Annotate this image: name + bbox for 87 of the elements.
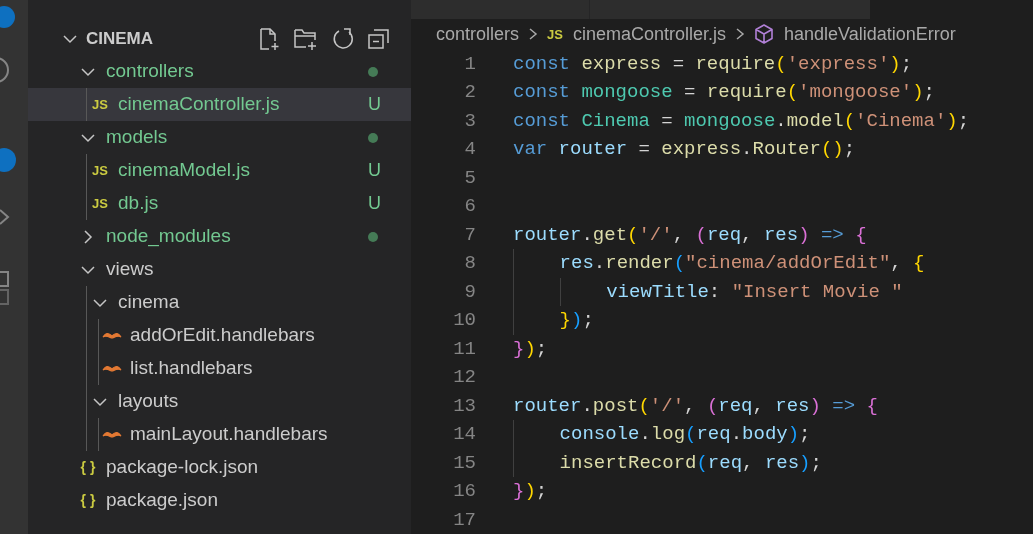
line-number: 16 bbox=[452, 479, 476, 504]
js-file-icon: JS bbox=[92, 94, 108, 115]
line-number: 13 bbox=[452, 393, 476, 419]
mustache-icon bbox=[102, 330, 122, 341]
code-line: viewTitle: "Insert Movie " bbox=[513, 277, 903, 306]
code-line: }); bbox=[513, 336, 548, 362]
collapse-all-icon bbox=[367, 26, 391, 51]
tree-item[interactable]: models bbox=[28, 121, 411, 154]
code-line: var router = express.Router(); bbox=[513, 137, 856, 162]
tree-item-label: addOrEdit.handlebars bbox=[130, 323, 316, 348]
tree-item[interactable]: { } package.json bbox=[28, 484, 411, 517]
tree-item[interactable]: views bbox=[28, 253, 411, 286]
line-number: 11 bbox=[452, 336, 476, 362]
line-number: 3 bbox=[463, 108, 476, 134]
git-status-label: U bbox=[368, 159, 381, 182]
tree-item[interactable]: addOrEdit.handlebars bbox=[28, 319, 411, 352]
breadcrumb-item[interactable]: controllers bbox=[436, 20, 520, 48]
tree-item-label: views bbox=[106, 257, 155, 282]
status-dot-icon bbox=[367, 131, 379, 144]
cube-icon bbox=[754, 23, 774, 46]
code-line: router.post('/', (req, res) => { bbox=[513, 393, 878, 419]
status-dot-icon bbox=[367, 230, 379, 243]
tree-item[interactable]: mainLayout.handlebars bbox=[28, 418, 411, 451]
line-number: 9 bbox=[463, 279, 476, 305]
mustache-icon bbox=[102, 363, 122, 374]
tree-item[interactable]: JS db.js U bbox=[28, 187, 411, 220]
tree-item-label: package-lock.json bbox=[106, 455, 260, 480]
refresh-icon bbox=[331, 26, 355, 51]
tree-item-label: list.handlebars bbox=[130, 356, 254, 381]
line-number: 12 bbox=[452, 365, 476, 390]
folder-title: CINEMA bbox=[86, 27, 154, 50]
tree-item-label: models bbox=[106, 125, 169, 150]
tree-item[interactable]: cinema bbox=[28, 286, 411, 319]
tree-item-label: mainLayout.handlebars bbox=[130, 422, 329, 447]
line-number: 10 bbox=[452, 308, 476, 333]
braces-icon: { } bbox=[80, 457, 96, 478]
tree-item-label: node_modules bbox=[106, 224, 232, 249]
tree-item[interactable]: list.handlebars bbox=[28, 352, 411, 385]
js-file-icon: JS bbox=[547, 24, 563, 45]
js-file-icon: JS bbox=[92, 160, 108, 181]
tree-item-label: layouts bbox=[118, 389, 180, 414]
git-status-label: U bbox=[368, 192, 381, 215]
tree-item-label: package.json bbox=[106, 488, 219, 513]
tree-item[interactable]: JS cinemaController.js U bbox=[28, 88, 411, 121]
tree-item-label: controllers bbox=[106, 59, 195, 84]
code-line: }); bbox=[513, 479, 548, 504]
breadcrumb-item[interactable]: cinemaController.js bbox=[572, 20, 726, 48]
line-number: 15 bbox=[452, 450, 476, 476]
code-line: const Cinema = mongoose.model('Cinema'); bbox=[513, 108, 970, 134]
notification-badge-icon bbox=[0, 6, 16, 28]
line-number: 5 bbox=[463, 165, 476, 191]
git-status-label: U bbox=[368, 93, 381, 116]
tree-item[interactable]: JS cinemaModel.js U bbox=[28, 154, 411, 187]
line-number: 4 bbox=[463, 137, 476, 162]
chevron-right-icon bbox=[527, 26, 540, 43]
chevron-icon bbox=[0, 207, 10, 227]
tree-item[interactable]: { } package-lock.json bbox=[28, 451, 411, 484]
line-number: 14 bbox=[452, 422, 476, 447]
new-folder-icon bbox=[293, 26, 319, 51]
tree-item[interactable]: layouts bbox=[28, 385, 411, 418]
tree-item-label: cinema bbox=[118, 290, 181, 315]
line-number: 1 bbox=[463, 51, 476, 77]
line-number: 17 bbox=[452, 507, 476, 533]
new-file-icon bbox=[257, 26, 281, 51]
tree-item[interactable]: controllers bbox=[28, 55, 411, 88]
code-line: }); bbox=[513, 306, 594, 335]
code-line: router.get('/', (req, res) => { bbox=[513, 222, 867, 248]
code-line: console.log(req.body); bbox=[513, 420, 811, 449]
tree-item-label: db.js bbox=[118, 191, 160, 216]
code-line: const express = require('express'); bbox=[513, 51, 913, 77]
breadcrumb-item[interactable]: handleValidationError bbox=[784, 20, 956, 48]
mustache-icon bbox=[102, 429, 122, 440]
chevron-right-icon bbox=[734, 26, 746, 43]
line-number: 7 bbox=[463, 222, 476, 248]
line-number: 8 bbox=[463, 251, 476, 276]
tree-item[interactable]: node_modules bbox=[28, 220, 411, 253]
code-line: res.render("cinema/addOrEdit", { bbox=[513, 249, 925, 278]
braces-icon: { } bbox=[80, 490, 96, 511]
status-dot-icon bbox=[367, 65, 379, 78]
tree-item-label: cinemaModel.js bbox=[118, 158, 251, 183]
line-number: 2 bbox=[463, 80, 476, 105]
tree-item-label: cinemaController.js bbox=[118, 92, 281, 117]
js-file-icon: JS bbox=[92, 193, 108, 214]
code-line: const mongoose = require('mongoose'); bbox=[513, 80, 935, 105]
line-number: 6 bbox=[463, 194, 476, 219]
notification-badge-icon bbox=[0, 148, 16, 172]
code-line: insertRecord(req, res); bbox=[513, 448, 822, 477]
